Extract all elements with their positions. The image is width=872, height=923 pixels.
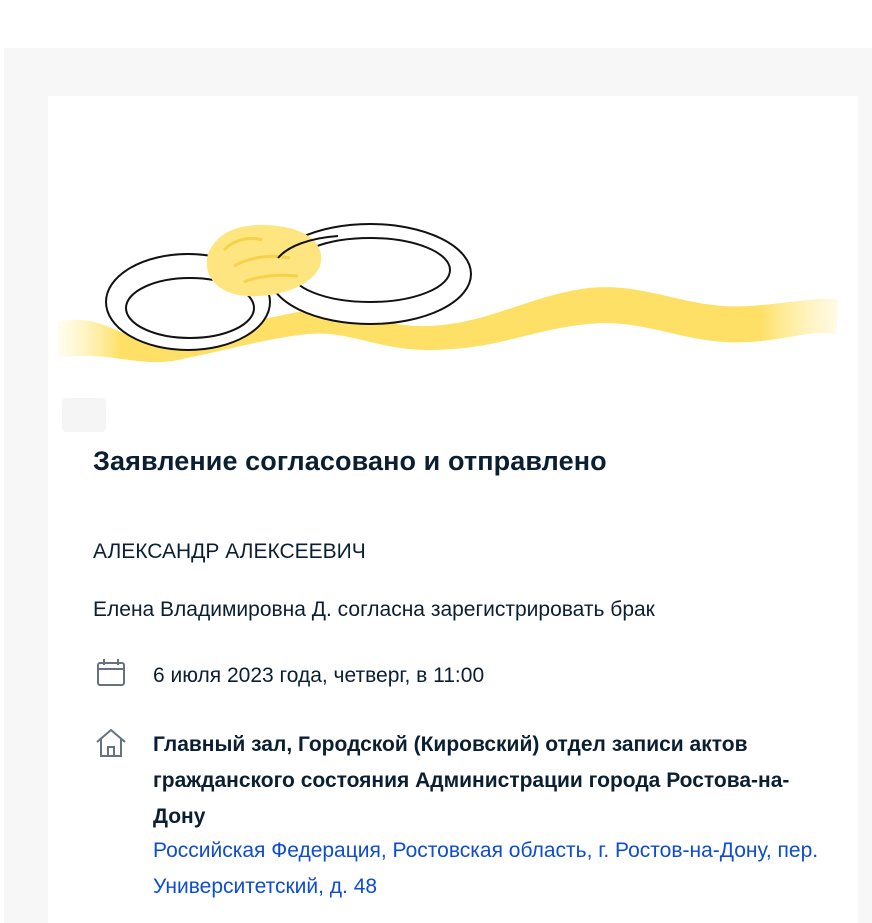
home-icon [93,725,129,761]
placeholder-block [62,398,106,432]
wedding-rings-illustration [48,200,858,420]
registry-office-address-link[interactable]: Российская Федерация, Ростовская область… [153,833,833,905]
calendar-icon [93,656,129,692]
status-title: Заявление согласовано и отправлено [93,446,607,476]
consent-text: Елена Владимировна Д. согласна зарегистр… [93,598,655,621]
applicant-name: АЛЕКСАНДР АЛЕКСЕЕВИЧ [93,540,366,563]
ceremony-date: 6 июля 2023 года, четверг, в 11:00 [153,664,485,687]
registry-office-name: Главный зал, Городской (Кировский) отдел… [153,733,790,828]
